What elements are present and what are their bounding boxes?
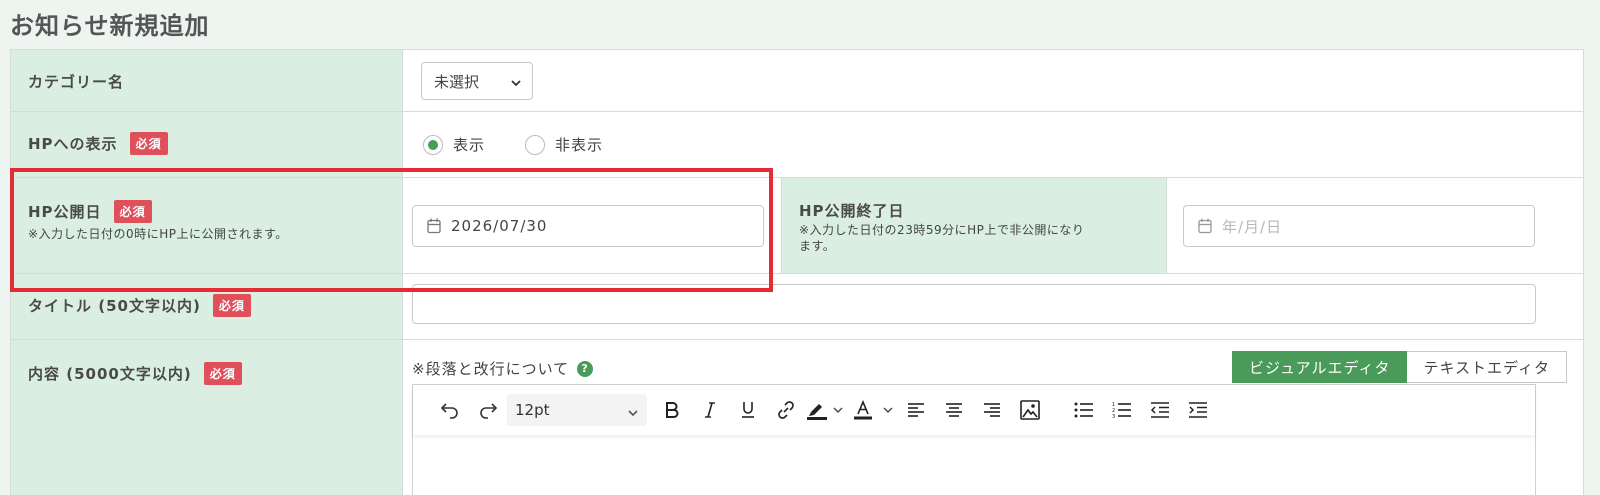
publish-end-date-input[interactable]: 年/月/日	[1183, 205, 1535, 247]
editor-toolbar: 12pt 1 2 3	[413, 385, 1535, 435]
tab-text-editor[interactable]: テキストエディタ	[1407, 351, 1567, 383]
font-size-value: 12pt	[515, 401, 550, 419]
required-badge: 必須	[129, 132, 168, 155]
underline-icon[interactable]	[729, 395, 767, 425]
publish-end-date-placeholder: 年/月/日	[1222, 217, 1283, 236]
title-input[interactable]	[412, 284, 1536, 324]
help-icon[interactable]: ?	[577, 360, 594, 377]
align-right-icon[interactable]	[973, 395, 1011, 425]
title-label: タイトル (50文字以内)	[28, 297, 201, 315]
link-icon[interactable]	[767, 395, 805, 425]
font-size-select[interactable]: 12pt	[507, 394, 647, 426]
content-label: 内容 (5000文字以内)	[28, 365, 192, 383]
page-title: お知らせ新規追加	[10, 12, 210, 40]
radio-display[interactable]	[423, 134, 443, 155]
publish-date-value: 2026/07/30	[451, 217, 548, 235]
redo-icon[interactable]	[469, 395, 507, 425]
bullet-list-icon[interactable]	[1065, 395, 1103, 425]
paragraph-help-text[interactable]: ※段落と改行について	[412, 358, 569, 379]
chevron-down-icon[interactable]	[829, 395, 847, 425]
undo-icon[interactable]	[431, 395, 469, 425]
bold-icon[interactable]	[653, 395, 691, 425]
label-cell: HPへの表示 必須	[11, 112, 403, 177]
news-form: カテゴリー名 未選択 HPへの表示 必須 表示 非表示 HP公開日 必須 ※入力…	[10, 49, 1584, 495]
numbered-list-icon[interactable]: 123	[1103, 395, 1141, 425]
publish-date-note: ※入力した日付の0時にHP上に公開されます。	[28, 227, 288, 241]
row-publish-dates: HP公開日 必須 ※入力した日付の0時にHP上に公開されます。 2026/07/…	[11, 178, 1583, 274]
label-cell: 内容 (5000文字以内) 必須	[11, 340, 403, 495]
category-select[interactable]: 未選択	[421, 62, 533, 100]
rich-text-editor[interactable]: 12pt 1 2 3	[412, 384, 1536, 495]
radio-display-label[interactable]: 表示	[453, 134, 485, 155]
calendar-icon	[1198, 218, 1212, 234]
publish-end-date-note: ※入力した日付の23時59分にHP上で非公開になり ます。	[799, 223, 1085, 253]
radio-hide-label[interactable]: 非表示	[555, 134, 603, 155]
calendar-icon	[427, 218, 441, 234]
indent-icon[interactable]	[1179, 395, 1217, 425]
image-icon[interactable]	[1011, 395, 1049, 425]
publish-end-date-label: HP公開終了日	[799, 202, 905, 220]
editor-tabs: ビジュアルエディタ テキストエディタ	[1232, 351, 1567, 383]
highlight-icon[interactable]	[805, 395, 829, 425]
row-hp-display: HPへの表示 必須 表示 非表示	[11, 112, 1583, 178]
required-badge: 必須	[203, 362, 242, 385]
label-cell: HP公開日 必須 ※入力した日付の0時にHP上に公開されます。	[11, 178, 403, 273]
chevron-down-icon	[510, 75, 522, 93]
row-content: 内容 (5000文字以内) 必須 ※段落と改行について ? ビジュアルエディタ …	[11, 340, 1583, 495]
label-cell: タイトル (50文字以内) 必須	[11, 274, 403, 339]
required-badge: 必須	[113, 200, 152, 223]
row-category: カテゴリー名 未選択	[11, 50, 1583, 112]
publish-date-label: HP公開日	[28, 203, 102, 221]
publish-date-input[interactable]: 2026/07/30	[412, 205, 764, 247]
text-color-icon[interactable]	[847, 395, 879, 425]
label-cell: カテゴリー名	[11, 50, 403, 111]
hp-display-radio-group: 表示 非表示	[423, 134, 643, 155]
chevron-down-icon	[627, 405, 639, 423]
tab-visual-editor[interactable]: ビジュアルエディタ	[1232, 351, 1408, 383]
align-center-icon[interactable]	[935, 395, 973, 425]
chevron-down-icon[interactable]	[879, 395, 897, 425]
hp-display-label: HPへの表示	[28, 135, 118, 153]
align-left-icon[interactable]	[897, 395, 935, 425]
category-label: カテゴリー名	[28, 73, 125, 91]
svg-text:3: 3	[1112, 414, 1115, 419]
radio-hide[interactable]	[525, 134, 546, 155]
required-badge: 必須	[212, 294, 251, 317]
outdent-icon[interactable]	[1141, 395, 1179, 425]
end-date-label-cell: HP公開終了日 ※入力した日付の23時59分にHP上で非公開になり ます。	[781, 178, 1167, 273]
row-title: タイトル (50文字以内) 必須	[11, 274, 1583, 340]
italic-icon[interactable]	[691, 395, 729, 425]
paragraph-help[interactable]: ※段落と改行について ?	[412, 358, 594, 379]
category-select-value: 未選択	[434, 72, 480, 91]
